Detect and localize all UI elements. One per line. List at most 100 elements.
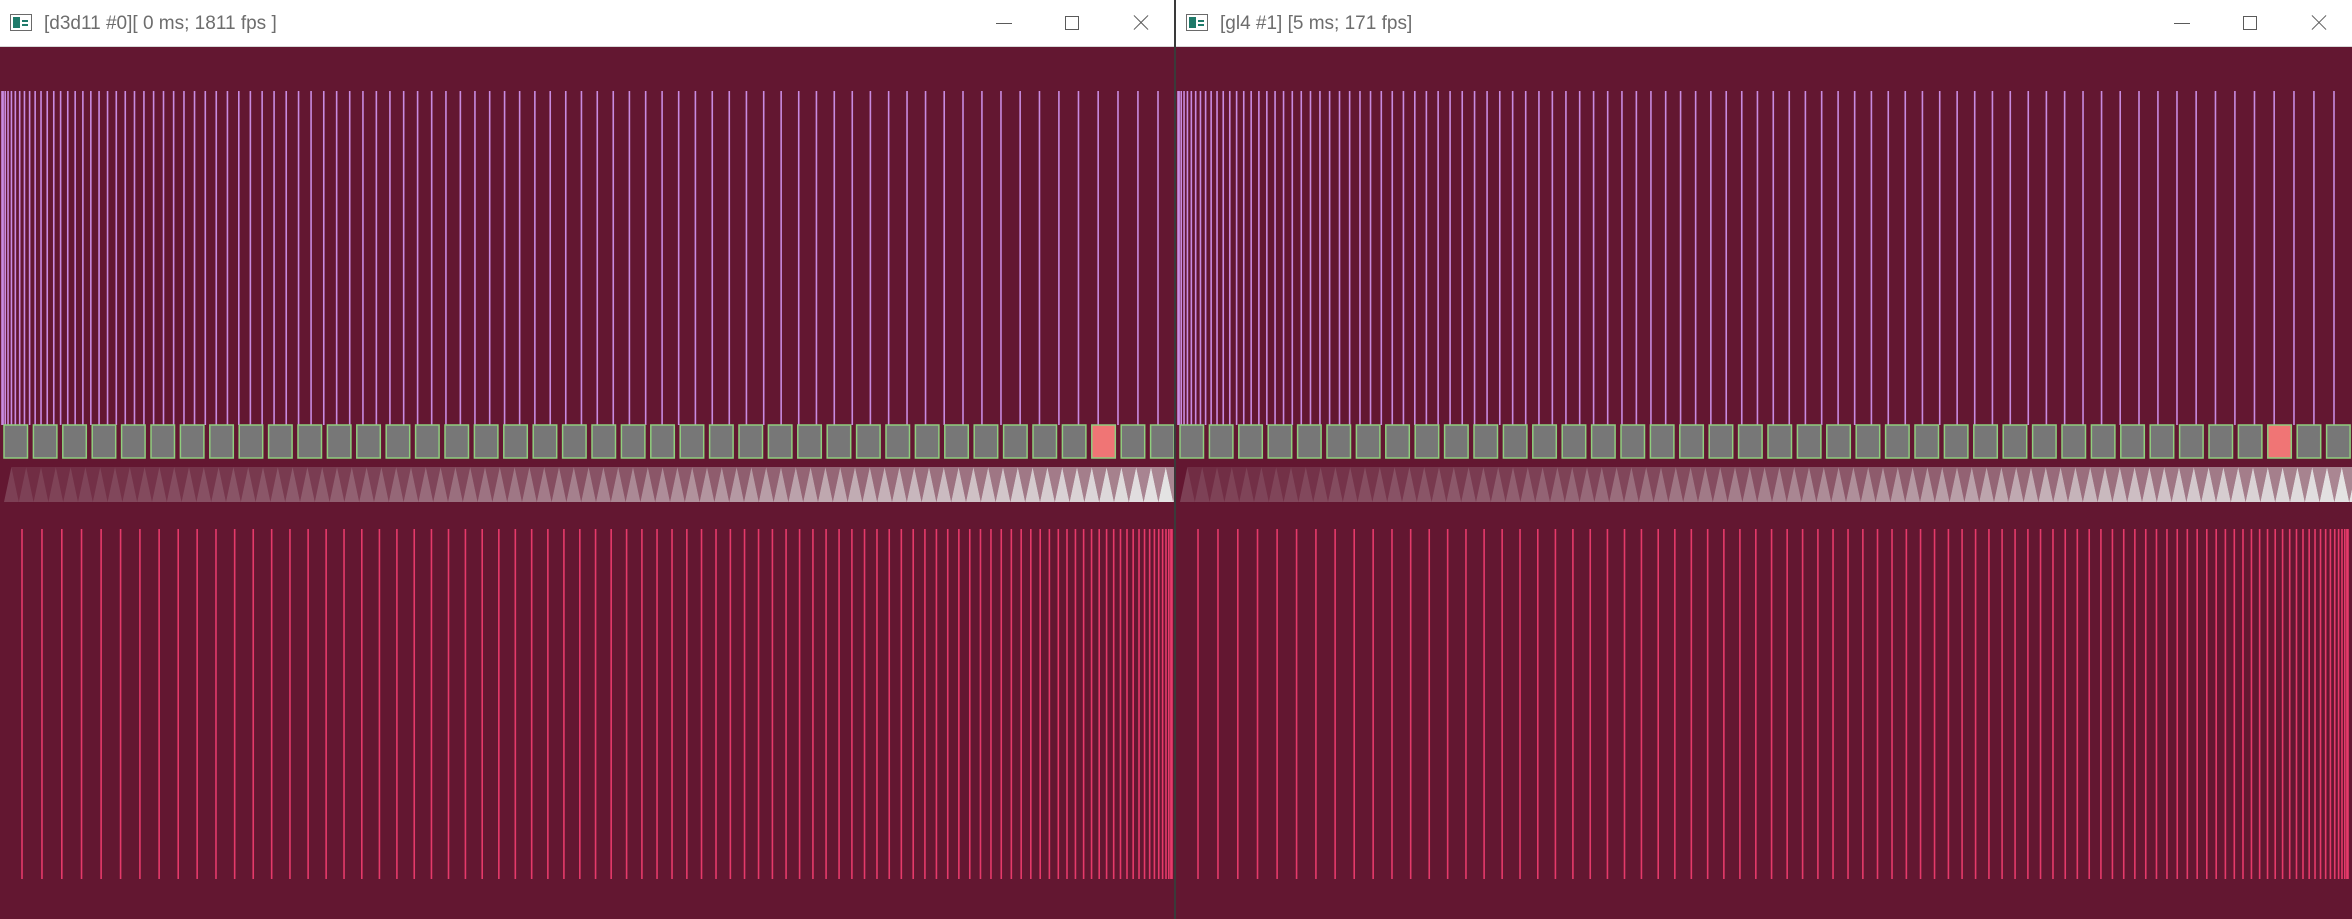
box-cell <box>1649 424 1675 459</box>
box-cell <box>1385 424 1411 459</box>
render-canvas <box>1 91 1174 879</box>
box-cell <box>1120 424 1146 459</box>
title-bar[interactable]: [gl4 #1] [5 ms; 171 fps] <box>1176 0 2352 47</box>
box-cell <box>120 424 146 459</box>
box-cell <box>1267 424 1293 459</box>
box-cell <box>1296 424 1322 459</box>
box-cell <box>561 424 587 459</box>
box-cell <box>238 424 264 459</box>
box-cell <box>826 424 852 459</box>
box-cell <box>326 424 352 459</box>
minimize-icon <box>996 22 1012 24</box>
box-cell <box>767 424 793 459</box>
box-cell <box>708 424 734 459</box>
render-canvas <box>1177 91 2352 879</box>
maximize-button[interactable] <box>1038 0 1106 46</box>
maximize-icon <box>1065 16 1079 30</box>
close-button[interactable] <box>1106 0 1174 46</box>
box-cell <box>885 424 911 459</box>
close-icon <box>2309 14 2327 32</box>
maximize-icon <box>2243 16 2257 30</box>
box-cell <box>1796 424 1822 459</box>
title-bar[interactable]: [d3d11 #0][ 0 ms; 1811 fps ] <box>0 0 1174 47</box>
window-title: [d3d11 #0][ 0 ms; 1811 fps ] <box>44 13 277 34</box>
box-cell <box>32 424 58 459</box>
box-cell <box>1149 424 1174 459</box>
box-cell <box>1561 424 1587 459</box>
box-cell <box>2031 424 2057 459</box>
box-cell <box>209 424 235 459</box>
box-cell <box>1532 424 1558 459</box>
box-cell <box>2237 424 2263 459</box>
maximize-button[interactable] <box>2216 0 2284 46</box>
box-cell <box>2267 424 2293 459</box>
box-cell <box>1737 424 1763 459</box>
box-cell <box>1238 424 1264 459</box>
box-cell <box>1708 424 1734 459</box>
box-cell <box>1855 424 1881 459</box>
box-cell <box>1679 424 1705 459</box>
box-cell <box>591 424 617 459</box>
box-cell <box>679 424 705 459</box>
box-cell <box>356 424 382 459</box>
app-icon[interactable] <box>10 14 32 31</box>
box-cell <box>650 424 676 459</box>
box-cell <box>444 424 470 459</box>
box-cell <box>3 424 29 459</box>
box-cell <box>1326 424 1352 459</box>
close-icon <box>1131 14 1149 32</box>
box-cell <box>1414 424 1440 459</box>
box-cell <box>797 424 823 459</box>
box-cell <box>62 424 88 459</box>
box-cell <box>738 424 764 459</box>
box-cell <box>414 424 440 459</box>
box-cell <box>1767 424 1793 459</box>
box-cell <box>532 424 558 459</box>
minimize-button[interactable] <box>970 0 1038 46</box>
box-cell <box>944 424 970 459</box>
window-gl4: [gl4 #1] [5 ms; 171 fps] <box>1176 0 2352 919</box>
box-cell <box>1914 424 1940 459</box>
box-cell <box>2061 424 2087 459</box>
box-cell <box>150 424 176 459</box>
box-cell <box>1884 424 1910 459</box>
box-cell <box>1355 424 1381 459</box>
box-cell <box>1032 424 1058 459</box>
box-cell <box>1208 424 1234 459</box>
box-cell <box>297 424 323 459</box>
box-cell <box>2208 424 2234 459</box>
box-cell <box>855 424 881 459</box>
box-cell <box>1061 424 1087 459</box>
box-cell <box>385 424 411 459</box>
box-cell <box>2296 424 2322 459</box>
box-cell <box>2149 424 2175 459</box>
box-cell <box>473 424 499 459</box>
box-cell <box>1826 424 1852 459</box>
box-cell <box>914 424 940 459</box>
box-cell <box>1590 424 1616 459</box>
box-cell <box>1973 424 1999 459</box>
box-cell <box>2325 424 2351 459</box>
minimize-icon <box>2174 22 2190 24</box>
box-cell <box>1443 424 1469 459</box>
box-cell <box>503 424 529 459</box>
box-cell <box>973 424 999 459</box>
box-cell <box>267 424 293 459</box>
minimize-button[interactable] <box>2148 0 2216 46</box>
box-cell <box>2120 424 2146 459</box>
app-icon[interactable] <box>1186 14 1208 31</box>
box-cell <box>1620 424 1646 459</box>
box-cell <box>91 424 117 459</box>
box-cell <box>1502 424 1528 459</box>
box-cell <box>1002 424 1028 459</box>
box-cell <box>1179 424 1205 459</box>
window-d3d11: [d3d11 #0][ 0 ms; 1811 fps ] <box>0 0 1174 919</box>
close-button[interactable] <box>2284 0 2352 46</box>
box-cell <box>1091 424 1117 459</box>
box-cell <box>620 424 646 459</box>
box-cell <box>2178 424 2204 459</box>
box-cell <box>1473 424 1499 459</box>
box-cell <box>2090 424 2116 459</box>
window-title: [gl4 #1] [5 ms; 171 fps] <box>1220 13 1413 34</box>
box-cell <box>2002 424 2028 459</box>
